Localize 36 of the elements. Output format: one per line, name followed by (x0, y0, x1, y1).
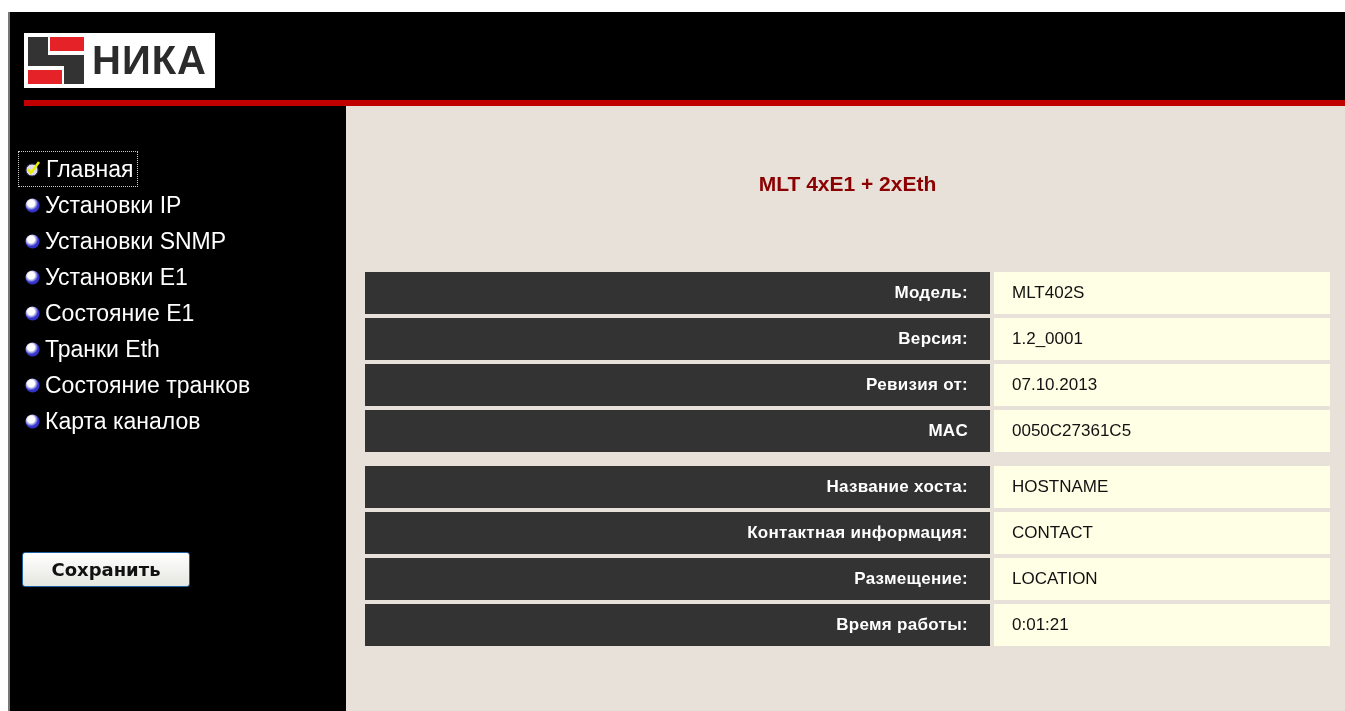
device-title: MLT 4xE1 + 2xEth (757, 172, 938, 197)
menu-item[interactable]: Состояние E1 (18, 295, 199, 331)
logo-mark-icon (28, 37, 84, 84)
radio-icon (25, 413, 40, 429)
field-label: Версия: (365, 318, 990, 360)
menu-item[interactable]: Установки SNMP (18, 223, 231, 259)
field-value: LOCATION (994, 558, 1330, 600)
field-label: Ревизия от: (365, 364, 990, 406)
radio-icon (25, 269, 40, 285)
field-value: HOSTNAME (994, 466, 1330, 508)
radio-icon (25, 197, 40, 213)
field-label: Модель: (365, 272, 990, 314)
save-button[interactable]: Сохранить (22, 552, 190, 587)
field-value: 0050C27361C5 (994, 410, 1330, 452)
check-icon (25, 161, 41, 177)
menu-item[interactable]: Транки Eth (18, 331, 164, 367)
radio-icon (25, 233, 40, 249)
field-value: CONTACT (994, 512, 1330, 554)
radio-icon (25, 341, 40, 357)
menu-item[interactable]: Установки E1 (18, 259, 192, 295)
menu-item[interactable]: Главная (18, 151, 138, 187)
field-value: 07.10.2013 (994, 364, 1330, 406)
field-label: Время работы: (365, 604, 990, 646)
radio-icon (25, 377, 40, 393)
field-label: Контактная информация: (365, 512, 990, 554)
field-value: MLT402S (994, 272, 1330, 314)
logo-text: НИКА (92, 38, 207, 83)
field-label: Размещение: (365, 558, 990, 600)
field-value: 1.2_0001 (994, 318, 1330, 360)
menu-item[interactable]: Установки IP (18, 187, 186, 223)
menu-item[interactable]: Карта каналов (18, 403, 205, 439)
radio-icon (25, 305, 40, 321)
field-value: 0:01:21 (994, 604, 1330, 646)
field-label: Название хоста: (365, 466, 990, 508)
field-label: MAC (365, 410, 990, 452)
menu-item[interactable]: Состояние транков (18, 367, 255, 403)
